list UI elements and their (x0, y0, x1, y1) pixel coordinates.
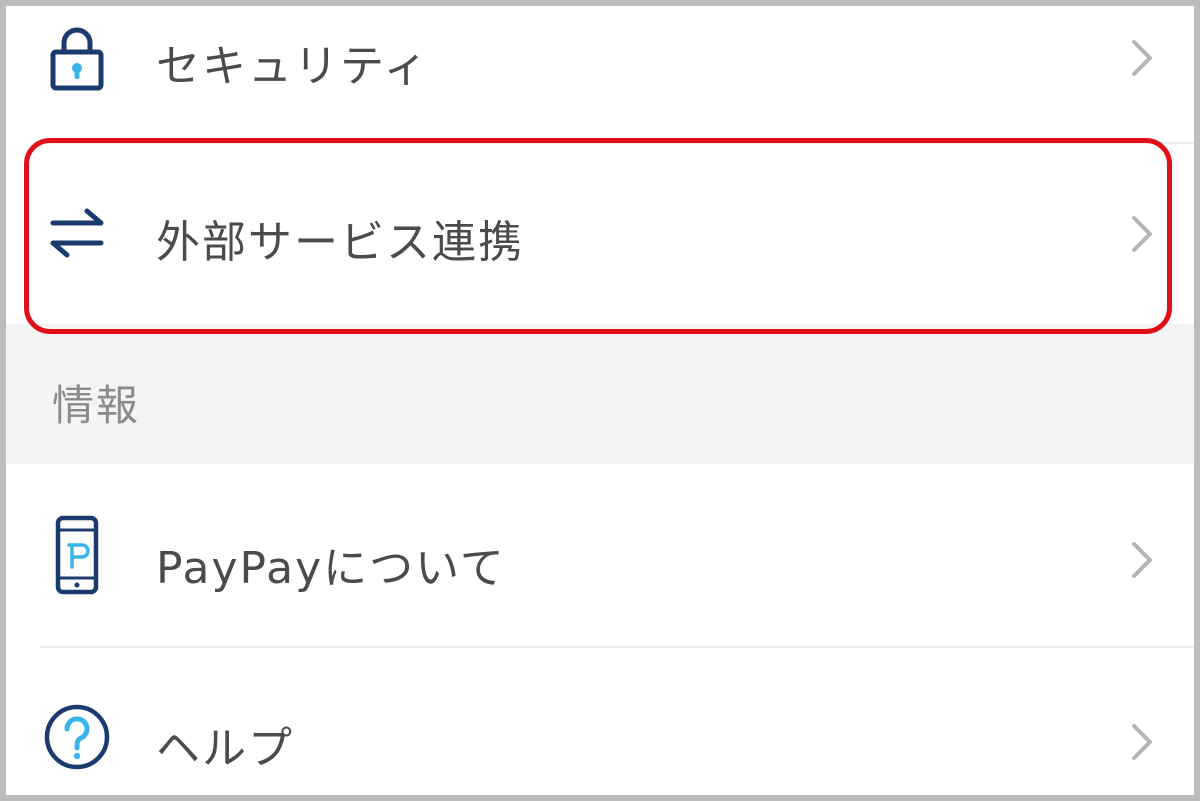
menu-item-label: セキュリティ (156, 41, 430, 92)
section-header-info: 情報 (6, 324, 1194, 464)
settings-screen: セキュリティ 外部サービス連携 情報 PayPayについて ヘルプ (6, 6, 1194, 795)
phone-paypay-icon (40, 515, 114, 595)
menu-item-label: PayPayについて (156, 543, 506, 594)
chevron-right-icon (1126, 722, 1156, 762)
chevron-right-icon (1126, 540, 1156, 580)
chevron-right-icon (1126, 38, 1156, 78)
section-title: 情報 (52, 381, 141, 430)
menu-item-label: ヘルプ (156, 723, 294, 774)
menu-item-security[interactable]: セキュリティ (6, 6, 1194, 132)
lock-icon (40, 20, 114, 94)
menu-item-about-paypay[interactable]: PayPayについて (6, 472, 1194, 644)
menu-item-help[interactable]: ヘルプ (6, 648, 1194, 795)
highlight-box (24, 138, 1172, 334)
help-icon (40, 700, 114, 774)
